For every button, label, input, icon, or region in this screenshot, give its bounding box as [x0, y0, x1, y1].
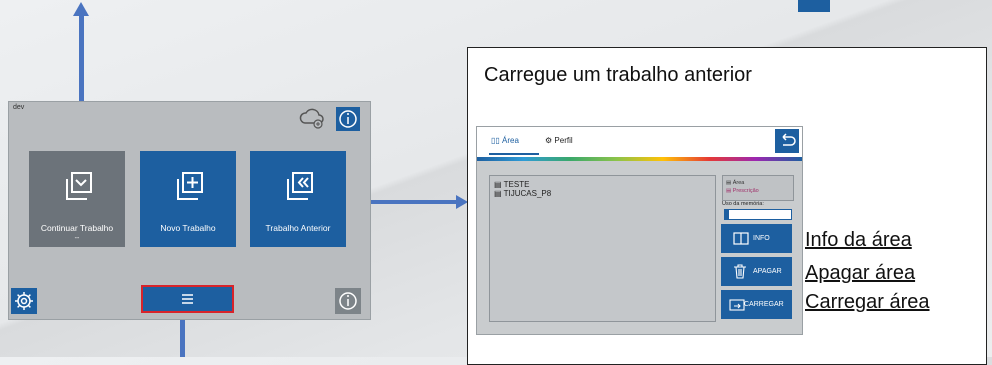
area-icon: ▯▯ [491, 136, 500, 145]
info-button[interactable] [336, 107, 360, 131]
previous-job-callout: Carregue um trabalho anterior ▯▯ Área ⚙ … [467, 47, 987, 365]
continue-job-tile[interactable]: Continuar Trabalho -- [29, 151, 125, 247]
callout-title: Carregue um trabalho anterior [484, 64, 752, 86]
hamburger-icon [182, 294, 193, 304]
continue-job-icon [66, 172, 92, 200]
screen-tab-bar: ▯▯ Área ⚙ Perfil [477, 127, 802, 157]
legend-box: ▤ Área ▤ Prescrição [722, 175, 794, 201]
memory-usage-fill [725, 210, 729, 219]
main-menu-screen: dev Continuar Trabalho -- Novo Trabalho … [8, 101, 371, 320]
file-list[interactable]: ▤ TESTE ▤ TIJUCAS_P8 [489, 175, 716, 322]
info-panel-icon [733, 232, 749, 245]
back-arrow-icon [782, 133, 796, 146]
profile-icon: ⚙ [545, 136, 553, 145]
gear-icon [15, 292, 33, 310]
load-area-link[interactable]: Carregar área [805, 291, 930, 314]
color-strip [477, 157, 802, 161]
info-area-button[interactable]: INFO [721, 224, 792, 253]
previous-job-icon [287, 172, 313, 200]
delete-button-label: APAGAR [753, 268, 782, 275]
load-button-label: CARREGAR [744, 301, 784, 308]
dev-label: dev [13, 104, 25, 111]
tab-profile[interactable]: ⚙ Perfil [545, 136, 573, 145]
tab-area[interactable]: ▯▯ Área [491, 136, 519, 145]
delete-area-button[interactable]: APAGAR [721, 257, 792, 286]
menu-button[interactable] [141, 285, 234, 313]
active-tab-indicator [489, 153, 539, 155]
small-blue-badge [798, 0, 830, 12]
list-item[interactable]: ▤ TESTE [494, 180, 529, 189]
cloud-sync-icon[interactable] [298, 104, 326, 132]
settings-button[interactable] [11, 288, 37, 314]
info-button-label: INFO [753, 235, 770, 242]
load-area-button[interactable]: CARREGAR [721, 290, 792, 319]
new-job-label: Novo Trabalho [160, 223, 216, 233]
arrow-up-head [73, 2, 89, 16]
load-icon [729, 299, 745, 311]
info-bottom-button[interactable] [335, 288, 361, 314]
memory-usage-bar [724, 209, 792, 220]
legend-prescription: ▤ Prescrição [726, 188, 759, 194]
trash-icon [734, 264, 746, 279]
tab-profile-label: Perfil [554, 136, 573, 145]
back-button[interactable] [775, 129, 799, 153]
continue-job-sublabel: -- [74, 235, 80, 242]
load-job-screen: ▯▯ Área ⚙ Perfil ▤ TESTE ▤ TIJUCAS_P8 ▤ … [476, 126, 803, 335]
info-icon [339, 292, 357, 310]
list-item[interactable]: ▤ TIJUCAS_P8 [494, 189, 551, 198]
new-job-icon [177, 172, 203, 200]
legend-area: ▤ Área [726, 180, 745, 186]
tab-area-label: Área [502, 136, 519, 145]
memory-usage-label: Uso da memória: [722, 201, 764, 207]
new-job-tile[interactable]: Novo Trabalho [140, 151, 236, 247]
delete-area-link[interactable]: Apagar área [805, 262, 915, 285]
area-info-link[interactable]: Info da área [805, 229, 912, 252]
previous-job-label: Trabalho Anterior [265, 223, 331, 233]
continue-job-label: Continuar Trabalho [40, 223, 114, 233]
previous-job-tile[interactable]: Trabalho Anterior [250, 151, 346, 247]
